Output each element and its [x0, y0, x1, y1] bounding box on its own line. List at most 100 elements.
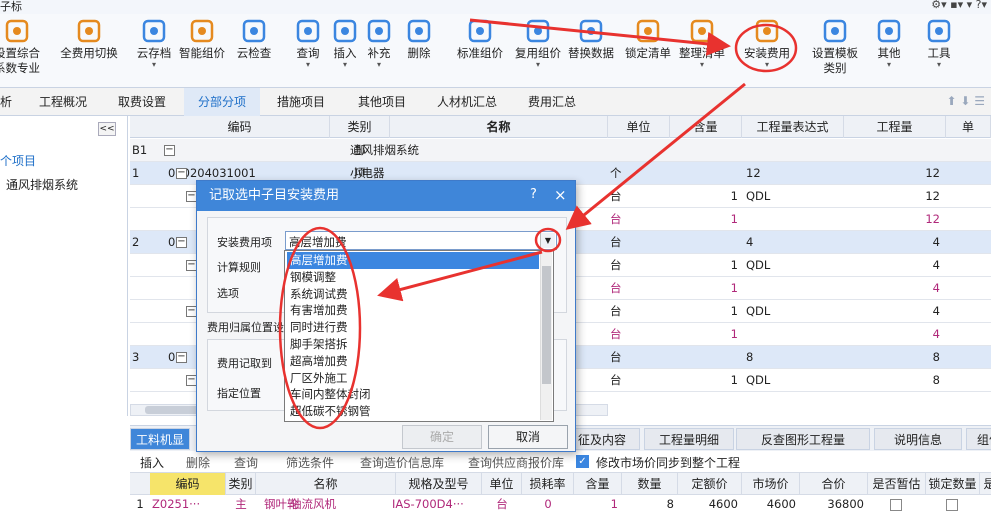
cell-qty[interactable]: 4: [844, 300, 944, 323]
cell-expr[interactable]: QDL: [746, 254, 846, 277]
cell-qty_content[interactable]: [670, 139, 742, 162]
query-button[interactable]: 查询: [234, 454, 258, 471]
cell-qty_content[interactable]: [670, 346, 742, 369]
expand-toggle-icon[interactable]: −: [176, 352, 187, 363]
cell-unit[interactable]: 台: [610, 346, 670, 369]
tree-item-ventilation[interactable]: 通风排烟系统: [6, 176, 78, 193]
cell-expr[interactable]: QDL: [746, 185, 846, 208]
window-controls[interactable]: ⚙▾ ▪▾ ▾ ?▾: [931, 0, 987, 11]
tab-5[interactable]: 其他项目: [344, 88, 420, 116]
cell-unit[interactable]: 台: [610, 369, 670, 392]
fee-item-select[interactable]: 高层增加费 ▼: [285, 231, 557, 250]
bottom-cell-type[interactable]: 主: [226, 495, 256, 514]
cell-qty_content[interactable]: 1: [670, 323, 742, 346]
cell-qty_content[interactable]: 1: [670, 277, 742, 300]
cell-qty[interactable]: 8: [844, 369, 944, 392]
toolbar-switch-button[interactable]: 全费用切换: [58, 18, 120, 61]
cell-expr[interactable]: 8: [746, 346, 846, 369]
nav-arrows-icon[interactable]: ⬆ ⬇ ☰: [947, 94, 986, 108]
query-supplier-button[interactable]: 查询供应商报价库: [468, 454, 564, 471]
dropdown-option[interactable]: 超低碳不锈钢管: [287, 403, 539, 420]
bottom-tab-5[interactable]: 组价方案: [966, 428, 991, 450]
cell-name[interactable]: 通风排烟系统: [350, 139, 550, 162]
dropdown-scroll-thumb[interactable]: [542, 266, 551, 384]
cell-expr[interactable]: [746, 208, 846, 231]
dropdown-option[interactable]: 厂区外施工: [287, 370, 539, 387]
lock-qty-checkbox[interactable]: [946, 499, 958, 511]
dropdown-option[interactable]: 有害增加费: [287, 302, 539, 319]
toolbar-query-button[interactable]: 查询 ▾: [292, 18, 324, 69]
bottom-cell-loss[interactable]: 0: [522, 495, 574, 514]
cell-code[interactable]: [168, 139, 328, 162]
toolbar-lock-button[interactable]: 锁定清单: [622, 18, 674, 61]
tab-3[interactable]: 分部分项: [184, 88, 260, 116]
cell-unit[interactable]: 台: [610, 185, 670, 208]
toolbar-other-button[interactable]: 其他 ▾: [874, 18, 904, 69]
toolbar-standard-price-button[interactable]: 标准组价: [454, 18, 506, 61]
bottom-cell-market[interactable]: 4600: [742, 495, 800, 514]
cell-qty_content[interactable]: [670, 231, 742, 254]
bottom-tab-2[interactable]: 工程量明细: [644, 428, 734, 450]
ok-button[interactable]: 确定: [402, 425, 482, 449]
cell-expr[interactable]: 4: [746, 231, 846, 254]
cell-qty_content[interactable]: 1: [670, 208, 742, 231]
cell-unit[interactable]: 台: [610, 208, 670, 231]
cell-qty_content[interactable]: 1: [670, 254, 742, 277]
cell-unit[interactable]: 台: [610, 277, 670, 300]
toolbar-organize-button[interactable]: 整理清单 ▾: [676, 18, 728, 69]
cell-expr[interactable]: QDL: [746, 300, 846, 323]
help-icon[interactable]: ?: [530, 187, 537, 202]
dropdown-option[interactable]: 超高增加费: [287, 353, 539, 370]
close-icon[interactable]: ×: [554, 186, 567, 204]
tab-7[interactable]: 费用汇总: [512, 88, 592, 116]
dropdown-option[interactable]: 系统调试费: [287, 286, 539, 303]
tab-1[interactable]: 工程概况: [26, 88, 100, 116]
cell-qty[interactable]: 8: [844, 346, 944, 369]
cell-unit[interactable]: 个: [610, 162, 670, 185]
expand-toggle-icon[interactable]: −: [176, 237, 187, 248]
dropdown-option[interactable]: 脚手架搭拆: [287, 336, 539, 353]
cell-expr[interactable]: [746, 323, 846, 346]
cell-qty_content[interactable]: 1: [670, 185, 742, 208]
toolbar-cloud-check-button[interactable]: 云检查: [234, 18, 274, 61]
bottom-cell-content[interactable]: 1: [574, 495, 622, 514]
toolbar-supplement-button[interactable]: 补充 ▾: [364, 18, 394, 69]
insert-button[interactable]: 插入: [140, 454, 164, 471]
bottom-cell-spec[interactable]: IAS-700D4···: [392, 495, 478, 514]
cell-qty[interactable]: 12: [844, 162, 944, 185]
grid-row[interactable]: B1 部通风排烟系统 −: [130, 139, 991, 162]
collapse-button[interactable]: <<: [98, 122, 116, 136]
dropdown-option[interactable]: 钢模调整: [287, 269, 539, 286]
bottom-tab-3[interactable]: 反查图形工程量: [736, 428, 870, 450]
expand-toggle-icon[interactable]: −: [176, 168, 187, 179]
bottom-cell-quota[interactable]: 4600: [678, 495, 742, 514]
toolbar-template-button[interactable]: 设置模板 类别: [808, 18, 862, 76]
cell-expr[interactable]: QDL: [746, 369, 846, 392]
tree-root[interactable]: 个项目: [0, 152, 36, 169]
cell-qty[interactable]: 4: [844, 254, 944, 277]
cell-qty_content[interactable]: 1: [670, 300, 742, 323]
cancel-button[interactable]: 取消: [488, 425, 568, 449]
toolbar-reuse-price-button[interactable]: 复用组价 ▾: [512, 18, 564, 69]
cell-qty[interactable]: 12: [844, 185, 944, 208]
cell-qty_content[interactable]: [670, 162, 742, 185]
toolbar-cloud-upload-button[interactable]: 云存档 ▾: [134, 18, 174, 69]
chevron-down-icon[interactable]: ▼: [540, 233, 555, 248]
toolbar-insert-button[interactable]: 插入 ▾: [330, 18, 360, 69]
estimate-checkbox[interactable]: [890, 499, 902, 511]
toolbar-smart-price-button[interactable]: 智能组价: [176, 18, 228, 61]
toolbar-delete-button[interactable]: 删除: [402, 18, 436, 61]
cell-expr[interactable]: [746, 277, 846, 300]
cell-unit[interactable]: [610, 139, 670, 162]
cell-qty[interactable]: 12: [844, 208, 944, 231]
dropdown-option[interactable]: 高层增加费: [287, 252, 539, 269]
tab-4[interactable]: 措施项目: [264, 88, 338, 116]
toolbar-tools-button[interactable]: 工具 ▾: [924, 18, 954, 69]
toolbar-replace-button[interactable]: 替换数据: [566, 18, 616, 61]
bottom-cell-qty[interactable]: 8: [622, 495, 678, 514]
sync-checkbox[interactable]: ✓: [576, 455, 589, 468]
toolbar-install-fee-button[interactable]: 安装费用 ▾: [738, 18, 796, 69]
tab-0[interactable]: 析: [0, 88, 16, 116]
cell-unit[interactable]: 台: [610, 254, 670, 277]
bottom-grid-row[interactable]: Z0251··· 主钢叶轮 轴流风机 IAS-700D4··· 台 0 1 8 4600 4600…: [130, 495, 991, 514]
